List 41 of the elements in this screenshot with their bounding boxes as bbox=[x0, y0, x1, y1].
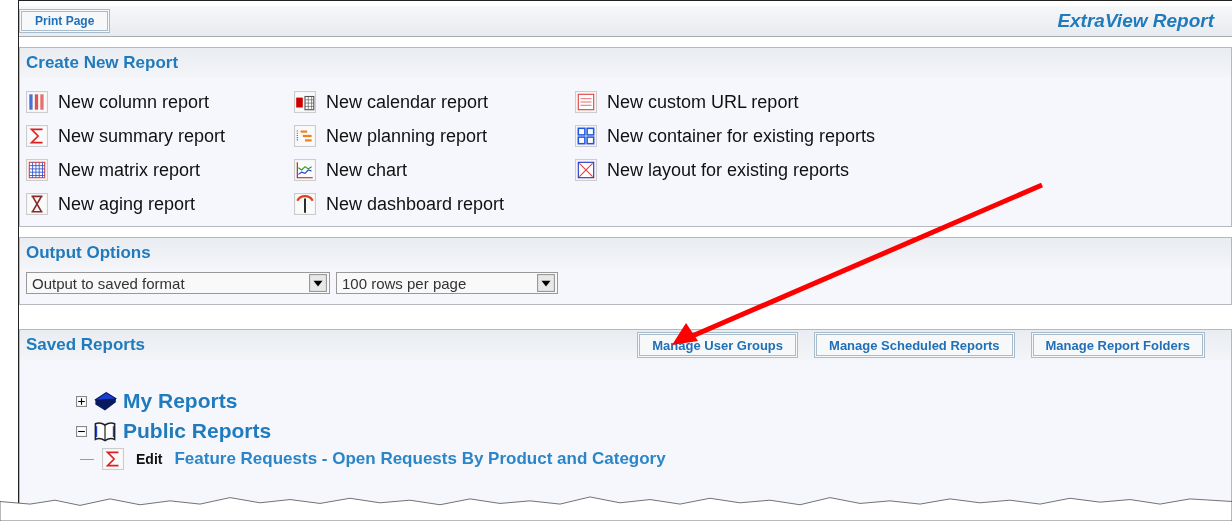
matrix-report-icon bbox=[26, 159, 48, 181]
planning-report-icon bbox=[294, 125, 316, 147]
new-report-link[interactable]: New matrix report bbox=[58, 159, 201, 181]
panel-title: Create New Report bbox=[20, 48, 1231, 78]
new-report-link[interactable]: New container for existing reports bbox=[607, 125, 876, 147]
new-report-link[interactable]: New dashboard report bbox=[326, 193, 505, 215]
manage-button[interactable]: Manage Report Folders bbox=[1030, 332, 1205, 358]
new-report-link[interactable]: New planning report bbox=[326, 125, 488, 147]
edit-link[interactable]: Edit bbox=[136, 451, 163, 467]
calendar-report-icon bbox=[294, 91, 316, 113]
output-format-select[interactable]: Output to saved format bbox=[26, 272, 330, 294]
print-page-button[interactable]: Print Page bbox=[19, 9, 111, 33]
new-report-link[interactable]: New custom URL report bbox=[607, 91, 799, 113]
open-book-icon bbox=[93, 419, 117, 443]
url-report-icon bbox=[575, 91, 597, 113]
folder-link[interactable]: My Reports bbox=[123, 389, 238, 413]
manage-button[interactable]: Manage Scheduled Reports bbox=[814, 332, 1015, 358]
summary-report-icon bbox=[102, 448, 124, 470]
collapse-icon[interactable] bbox=[76, 425, 87, 437]
aging-report-icon bbox=[26, 193, 48, 215]
manage-button[interactable]: Manage User Groups bbox=[637, 332, 799, 358]
expand-icon[interactable] bbox=[76, 395, 87, 407]
folder-link[interactable]: Public Reports bbox=[123, 419, 272, 443]
new-report-link[interactable]: New layout for existing reports bbox=[607, 159, 850, 181]
new-report-link[interactable]: New calendar report bbox=[326, 91, 489, 113]
new-report-link[interactable]: New aging report bbox=[58, 193, 196, 215]
rows-per-page-select[interactable]: 100 rows per page bbox=[336, 272, 558, 294]
column-report-icon bbox=[26, 91, 48, 113]
summary-report-icon bbox=[26, 125, 48, 147]
layout-report-icon bbox=[575, 159, 597, 181]
panel-title: Saved Reports bbox=[26, 334, 146, 356]
new-report-link[interactable]: New column report bbox=[58, 91, 210, 113]
chart-report-icon bbox=[294, 159, 316, 181]
new-report-link[interactable]: New summary report bbox=[58, 125, 226, 147]
container-report-icon bbox=[575, 125, 597, 147]
book-icon bbox=[93, 389, 117, 413]
new-report-link[interactable]: New chart bbox=[326, 159, 408, 181]
report-link[interactable]: Feature Requests - Open Requests By Product and Category bbox=[174, 449, 666, 469]
dashboard-report-icon bbox=[294, 193, 316, 215]
panel-title: Output Options bbox=[20, 238, 1231, 268]
page-title: ExtraView Report bbox=[1057, 10, 1214, 32]
